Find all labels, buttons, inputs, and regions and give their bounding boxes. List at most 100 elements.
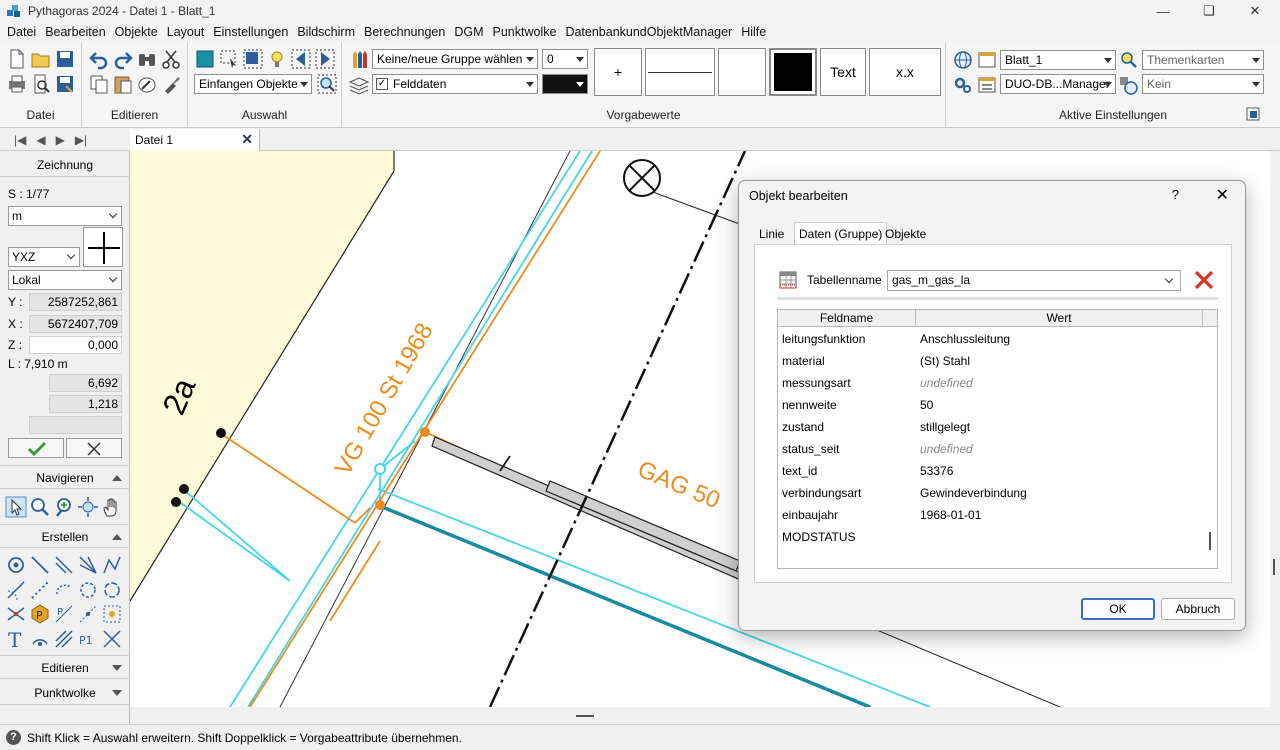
- table-row[interactable]: zustand stillgelegt: [778, 416, 1208, 438]
- paste-icon[interactable]: [112, 73, 134, 95]
- line-style-default[interactable]: [645, 48, 715, 96]
- cell-wert[interactable]: (St) Stahl: [920, 354, 970, 368]
- line-tool-icon[interactable]: [29, 554, 51, 576]
- undo-icon[interactable]: [88, 48, 110, 70]
- menu-berechnungen[interactable]: Berechnungen: [361, 25, 451, 39]
- pan-icon[interactable]: [77, 496, 99, 518]
- vertical-scrollbar[interactable]: [1270, 151, 1280, 707]
- section-erstellen[interactable]: Erstellen: [0, 524, 130, 548]
- grid-scroll-thumb[interactable]: [1209, 532, 1211, 550]
- circle-tool-icon[interactable]: [101, 579, 123, 601]
- tab-linie[interactable]: Linie: [755, 225, 788, 245]
- select-window-icon[interactable]: [218, 48, 240, 70]
- table-row[interactable]: einbaujahr 1968-01-01: [778, 504, 1208, 526]
- delete-red-x-icon[interactable]: [1193, 269, 1215, 291]
- next-record-icon[interactable]: ▶: [56, 133, 65, 147]
- cell-wert[interactable]: 50: [920, 398, 933, 412]
- parking-symbol-icon[interactable]: P: [29, 603, 51, 625]
- prev-record-icon[interactable]: ◀: [36, 133, 45, 147]
- pencils-icon[interactable]: [348, 48, 370, 70]
- section-editieren[interactable]: Editieren: [0, 655, 130, 679]
- parallel-line-tool-icon[interactable]: [53, 554, 75, 576]
- circle-dashed-tool-icon[interactable]: [77, 579, 99, 601]
- select-polygon-icon[interactable]: [242, 48, 264, 70]
- point-1[interactable]: [216, 428, 226, 438]
- table-row[interactable]: nennweite 50: [778, 394, 1208, 416]
- horizontal-scrollbar[interactable]: [130, 707, 1280, 724]
- column-header-feldname[interactable]: Feldname: [778, 310, 916, 327]
- point-grid-icon[interactable]: [101, 603, 123, 625]
- menu-objekte[interactable]: Objekte: [112, 25, 164, 39]
- layer-number-select[interactable]: 0: [542, 49, 588, 69]
- sheet-select[interactable]: Blatt_1: [1000, 50, 1116, 70]
- pointer-tool-icon[interactable]: [5, 496, 27, 518]
- select-highlight-icon[interactable]: [266, 48, 288, 70]
- menu-bearbeiten[interactable]: Bearbeiten: [42, 25, 111, 39]
- select-next-icon[interactable]: [314, 48, 336, 70]
- arc-tool-icon[interactable]: [5, 579, 27, 601]
- polyline-tool-icon[interactable]: [101, 554, 123, 576]
- zoom-in-icon[interactable]: [29, 496, 51, 518]
- coord-system-select[interactable]: Lokal: [8, 270, 122, 290]
- zoom-window-icon[interactable]: [53, 496, 75, 518]
- table-row[interactable]: status_seit undefined: [778, 438, 1208, 460]
- zoom-select-icon[interactable]: [316, 73, 338, 95]
- cross-point-icon[interactable]: [101, 628, 123, 650]
- intersection-tool-icon[interactable]: [5, 603, 27, 625]
- text-style-default[interactable]: Text: [820, 48, 866, 96]
- section-navigieren[interactable]: Navigieren: [0, 465, 130, 489]
- checkbox-checked-icon[interactable]: ✓: [376, 78, 388, 90]
- globe-filter-icon[interactable]: [1118, 74, 1140, 96]
- point-3[interactable]: [171, 497, 181, 507]
- confirm-button[interactable]: [8, 438, 64, 458]
- save-as-icon[interactable]: [54, 73, 76, 95]
- point-symbol-default[interactable]: +: [594, 48, 642, 96]
- capture-mode-select[interactable]: Einfangen Objekte: [194, 74, 312, 94]
- hatch-tool-icon[interactable]: [53, 628, 75, 650]
- tab-objekte[interactable]: Objekte: [881, 225, 930, 245]
- fill-color-default[interactable]: [769, 48, 817, 96]
- database-window-icon[interactable]: [976, 74, 998, 96]
- redo-icon[interactable]: [112, 48, 134, 70]
- theme-map-select[interactable]: Themenkarten: [1142, 50, 1264, 70]
- menu-einstellungen[interactable]: Einstellungen: [210, 25, 294, 39]
- cell-wert[interactable]: 1968-01-01: [920, 508, 981, 522]
- table-row[interactable]: text_id 53376: [778, 460, 1208, 482]
- table-row[interactable]: verbindungsart Gewindeverbindung: [778, 482, 1208, 504]
- layers-icon[interactable]: [348, 74, 370, 96]
- unit-select[interactable]: m: [8, 206, 122, 226]
- perpendicular-point-icon[interactable]: P: [53, 603, 75, 625]
- crosshair-preview[interactable]: [83, 227, 123, 267]
- table-name-select[interactable]: gas_m_gas_la: [887, 270, 1181, 291]
- dimension-arc-icon[interactable]: [29, 628, 51, 650]
- menu-datenbank[interactable]: DatenbankundObjektManager: [562, 25, 738, 39]
- menu-bildschirm[interactable]: Bildschirm: [294, 25, 361, 39]
- point-5[interactable]: [375, 500, 385, 510]
- last-record-icon[interactable]: ▶|: [75, 133, 87, 147]
- close-tab-icon[interactable]: ✕: [241, 131, 253, 148]
- ok-button[interactable]: OK: [1081, 598, 1155, 620]
- point-on-line-icon[interactable]: [77, 603, 99, 625]
- point-tool-icon[interactable]: [5, 554, 27, 576]
- copy-icon[interactable]: [88, 73, 110, 95]
- cut-icon[interactable]: [160, 48, 182, 70]
- cancel-button[interactable]: Abbruch: [1161, 598, 1235, 620]
- minimize-button[interactable]: —: [1140, 0, 1186, 22]
- brush-icon[interactable]: [160, 73, 182, 95]
- table-row[interactable]: leitungsfunktion Anschlussleitung: [778, 328, 1208, 350]
- cancel-input-button[interactable]: [66, 438, 122, 458]
- tab-daten-gruppe[interactable]: Daten (Gruppe): [794, 222, 888, 245]
- theme-map-search-icon[interactable]: [1118, 49, 1140, 71]
- menu-dgm[interactable]: DGM: [451, 25, 489, 39]
- point-number-icon[interactable]: P1: [77, 628, 99, 650]
- sheet-window-icon[interactable]: [976, 49, 998, 71]
- number-format-default[interactable]: x.x: [869, 48, 941, 96]
- fan-lines-tool-icon[interactable]: [77, 554, 99, 576]
- new-file-icon[interactable]: [6, 48, 28, 70]
- table-row[interactable]: material (St) Stahl: [778, 350, 1208, 372]
- fill-default[interactable]: [718, 48, 766, 96]
- circle-arc-tool-icon[interactable]: [53, 579, 75, 601]
- point-4[interactable]: [420, 427, 430, 437]
- group-select[interactable]: Keine/neue Gruppe wählen: [372, 49, 538, 69]
- hscroll-thumb[interactable]: [576, 715, 594, 717]
